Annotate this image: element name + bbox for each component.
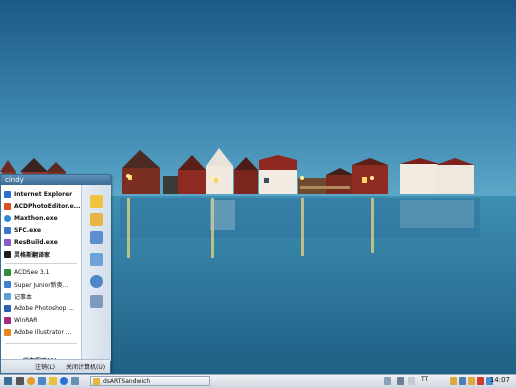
super-junior-icon bbox=[4, 281, 11, 288]
logoff-button[interactable]: 注销(L) bbox=[35, 362, 55, 371]
tray-icon-3[interactable] bbox=[408, 377, 415, 385]
start-menu-programs: Internet Explorer ACDPhotoEditor.e... Ma… bbox=[1, 185, 81, 365]
maxthon-icon bbox=[4, 215, 11, 222]
quicklaunch-ie-icon[interactable] bbox=[60, 377, 68, 385]
acdphotoeditor-icon bbox=[4, 203, 11, 210]
menu-item-acdsee[interactable]: ACDSee 3.1 bbox=[4, 267, 81, 278]
sfc-icon bbox=[4, 227, 11, 234]
start-menu: cindy Internet Explorer ACDPhotoEditor.e… bbox=[0, 174, 111, 374]
menu-item-acdphotoeditor[interactable]: ACDPhotoEditor.e... bbox=[4, 201, 81, 212]
shutdown-button[interactable]: 关闭计算机(U) bbox=[66, 362, 105, 371]
quicklaunch-folder-icon[interactable] bbox=[49, 377, 57, 385]
menu-item-lingoes[interactable]: 灵格斯翻译家 bbox=[4, 249, 81, 260]
taskbar: dsARTSandwich TT 14:07 bbox=[0, 374, 516, 388]
photoshop-icon bbox=[4, 305, 11, 312]
quicklaunch-app-icon[interactable] bbox=[27, 377, 35, 385]
menu-item-photoshop[interactable]: Adobe Photoshop ... bbox=[4, 303, 81, 314]
tray-icon-7[interactable] bbox=[477, 377, 484, 385]
run-icon[interactable] bbox=[90, 295, 103, 308]
menu-item-winrar[interactable]: WinRAR bbox=[4, 315, 81, 326]
menu-item-maxthon[interactable]: Maxthon.exe bbox=[4, 213, 81, 224]
folder-icon bbox=[93, 378, 100, 385]
quicklaunch-browser-icon[interactable] bbox=[38, 377, 46, 385]
search-icon[interactable] bbox=[90, 275, 103, 288]
my-computer-icon[interactable] bbox=[90, 231, 103, 244]
tray-icon-6[interactable] bbox=[468, 377, 475, 385]
quicklaunch-misc-icon[interactable] bbox=[71, 377, 79, 385]
menu-item-illustrator[interactable]: Adobe Illustrator ... bbox=[4, 327, 81, 338]
menu-item-notepad[interactable]: 记事本 bbox=[4, 291, 81, 302]
menu-item-super-junior[interactable]: Super Junior新奥... bbox=[4, 279, 81, 290]
menu-separator bbox=[5, 343, 77, 344]
documents-folder-icon[interactable] bbox=[90, 195, 103, 208]
notepad-icon bbox=[4, 293, 11, 300]
menu-item-internet-explorer[interactable]: Internet Explorer bbox=[4, 189, 81, 200]
user-name: cindy bbox=[1, 175, 110, 185]
pictures-folder-icon[interactable] bbox=[90, 213, 103, 226]
tray-icon-1[interactable] bbox=[384, 377, 391, 385]
menu-separator bbox=[5, 263, 77, 264]
start-button[interactable] bbox=[4, 377, 12, 385]
illustrator-icon bbox=[4, 329, 11, 336]
show-desktop-icon[interactable] bbox=[16, 377, 24, 385]
tray-icon-4[interactable] bbox=[450, 377, 457, 385]
winrar-icon bbox=[4, 317, 11, 324]
start-menu-footer: 注销(L) 关闭计算机(U) bbox=[1, 359, 110, 373]
tray-icon-2[interactable] bbox=[397, 377, 404, 385]
clock[interactable]: 14:07 bbox=[490, 376, 510, 384]
lingoes-icon bbox=[4, 251, 11, 258]
control-panel-icon[interactable] bbox=[90, 253, 103, 266]
start-menu-places bbox=[81, 185, 111, 361]
menu-item-sfc[interactable]: SFC.exe bbox=[4, 225, 81, 236]
resbuild-icon bbox=[4, 239, 11, 246]
taskbar-window-button[interactable]: dsARTSandwich bbox=[90, 376, 210, 386]
acdsee-icon bbox=[4, 269, 11, 276]
input-method-indicator[interactable]: TT bbox=[421, 376, 428, 383]
menu-item-resbuild[interactable]: ResBuild.exe bbox=[4, 237, 81, 248]
tray-icon-5[interactable] bbox=[459, 377, 466, 385]
internet-explorer-icon bbox=[4, 191, 11, 198]
